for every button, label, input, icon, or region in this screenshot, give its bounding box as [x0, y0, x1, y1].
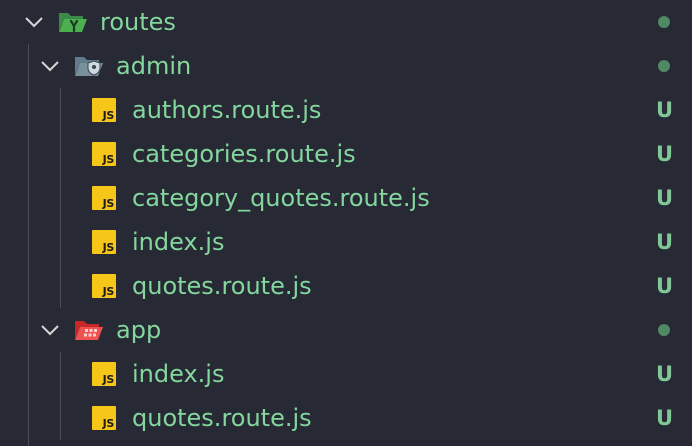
file-name: authors.route.js: [132, 96, 322, 124]
file-row[interactable]: JS category_quotes.route.js U: [0, 176, 692, 220]
file-row[interactable]: JS index.js U: [0, 352, 692, 396]
file-name: categories.route.js: [132, 140, 356, 168]
chevron-down-icon[interactable]: [22, 10, 46, 34]
javascript-file-icon: JS: [92, 274, 116, 298]
js-badge-label: JS: [102, 285, 115, 298]
folder-modified-dot: [658, 60, 670, 72]
folder-routes-open-icon: [59, 13, 87, 33]
javascript-file-icon: JS: [92, 406, 116, 430]
file-name: quotes.route.js: [132, 404, 312, 432]
git-status-untracked: U: [656, 98, 674, 122]
folder-row-app[interactable]: app: [0, 308, 692, 352]
file-explorer-tree: routes admin JS authors.route.js U JS ca…: [0, 0, 692, 446]
js-badge-label: JS: [102, 417, 115, 430]
js-badge-label: JS: [102, 373, 115, 386]
folder-label-routes: routes: [100, 8, 176, 36]
folder-modified-dot: [658, 324, 670, 336]
git-status-untracked: U: [656, 230, 674, 254]
git-status-untracked: U: [656, 186, 674, 210]
chevron-down-icon[interactable]: [38, 54, 62, 78]
folder-admin-open-icon: [75, 57, 103, 76]
folder-label-admin: admin: [116, 52, 192, 80]
file-row[interactable]: JS authors.route.js U: [0, 88, 692, 132]
file-name: index.js: [132, 360, 225, 388]
file-name: quotes.route.js: [132, 272, 312, 300]
git-status-untracked: U: [656, 362, 674, 386]
javascript-file-icon: JS: [92, 362, 116, 386]
js-badge-label: JS: [102, 241, 115, 254]
javascript-file-icon: JS: [92, 142, 116, 166]
file-row[interactable]: JS quotes.route.js U: [0, 264, 692, 308]
chevron-down-icon[interactable]: [38, 318, 62, 342]
js-badge-label: JS: [102, 197, 115, 210]
file-name: category_quotes.route.js: [132, 184, 430, 212]
file-name: index.js: [132, 228, 225, 256]
folder-row-routes[interactable]: routes: [0, 0, 692, 44]
folder-row-admin[interactable]: admin: [0, 44, 692, 88]
file-row[interactable]: JS categories.route.js U: [0, 132, 692, 176]
file-row[interactable]: JS quotes.route.js U: [0, 396, 692, 440]
file-row[interactable]: JS index.js U: [0, 220, 692, 264]
folder-modified-dot: [658, 16, 670, 28]
git-status-untracked: U: [656, 406, 674, 430]
javascript-file-icon: JS: [92, 98, 116, 122]
git-status-untracked: U: [656, 142, 674, 166]
folder-app-open-icon: [75, 321, 103, 340]
js-badge-label: JS: [102, 109, 115, 122]
javascript-file-icon: JS: [92, 230, 116, 254]
folder-label-app: app: [116, 316, 162, 344]
javascript-file-icon: JS: [92, 186, 116, 210]
git-status-untracked: U: [656, 274, 674, 298]
js-badge-label: JS: [102, 153, 115, 166]
